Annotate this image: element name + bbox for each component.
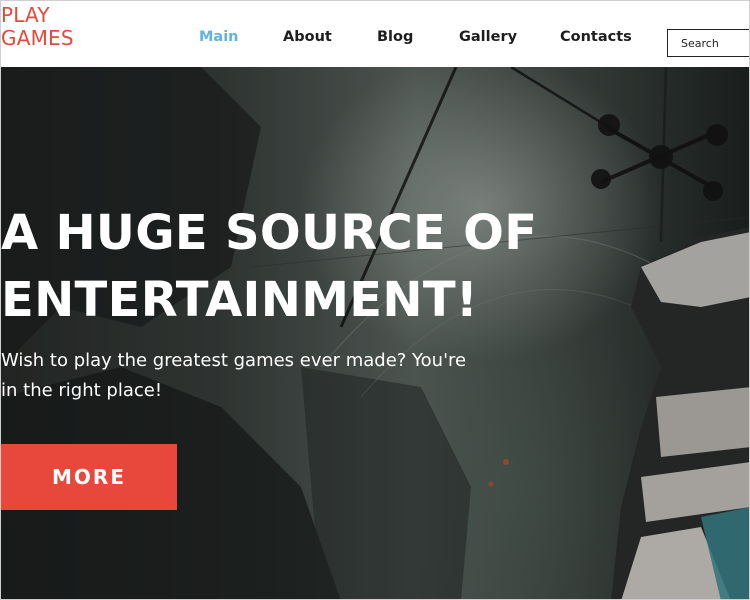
hero-title: A HUGE SOURCE OF ENTERTAINMENT! (1, 200, 537, 334)
nav-item-blog[interactable]: Blog (377, 29, 413, 45)
search-input[interactable] (668, 30, 749, 56)
hero-subtitle: Wish to play the greatest games ever mad… (1, 346, 521, 406)
search-box (667, 29, 749, 57)
site-logo[interactable]: PLAY GAMES (1, 4, 74, 50)
hero-title-line-2: ENTERTAINMENT! (1, 272, 479, 328)
browser-frame: PLAY GAMES Main About Blog Gallery Conta… (0, 0, 750, 600)
more-button[interactable]: MORE (1, 444, 177, 510)
nav-item-main[interactable]: Main (199, 29, 239, 45)
nav-item-gallery[interactable]: Gallery (459, 29, 517, 45)
logo-line-1: PLAY (1, 3, 50, 27)
hero-subtitle-line-2: in the right place! (1, 380, 163, 401)
site-header: PLAY GAMES Main About Blog Gallery Conta… (1, 1, 749, 67)
hero-title-line-1: A HUGE SOURCE OF (1, 205, 538, 261)
nav-item-about[interactable]: About (283, 29, 332, 45)
logo-line-2: GAMES (1, 26, 74, 50)
hero-section: A HUGE SOURCE OF ENTERTAINMENT! Wish to … (1, 67, 749, 599)
hero-subtitle-line-1: Wish to play the greatest games ever mad… (1, 350, 467, 371)
nav-item-contacts[interactable]: Contacts (560, 29, 632, 45)
